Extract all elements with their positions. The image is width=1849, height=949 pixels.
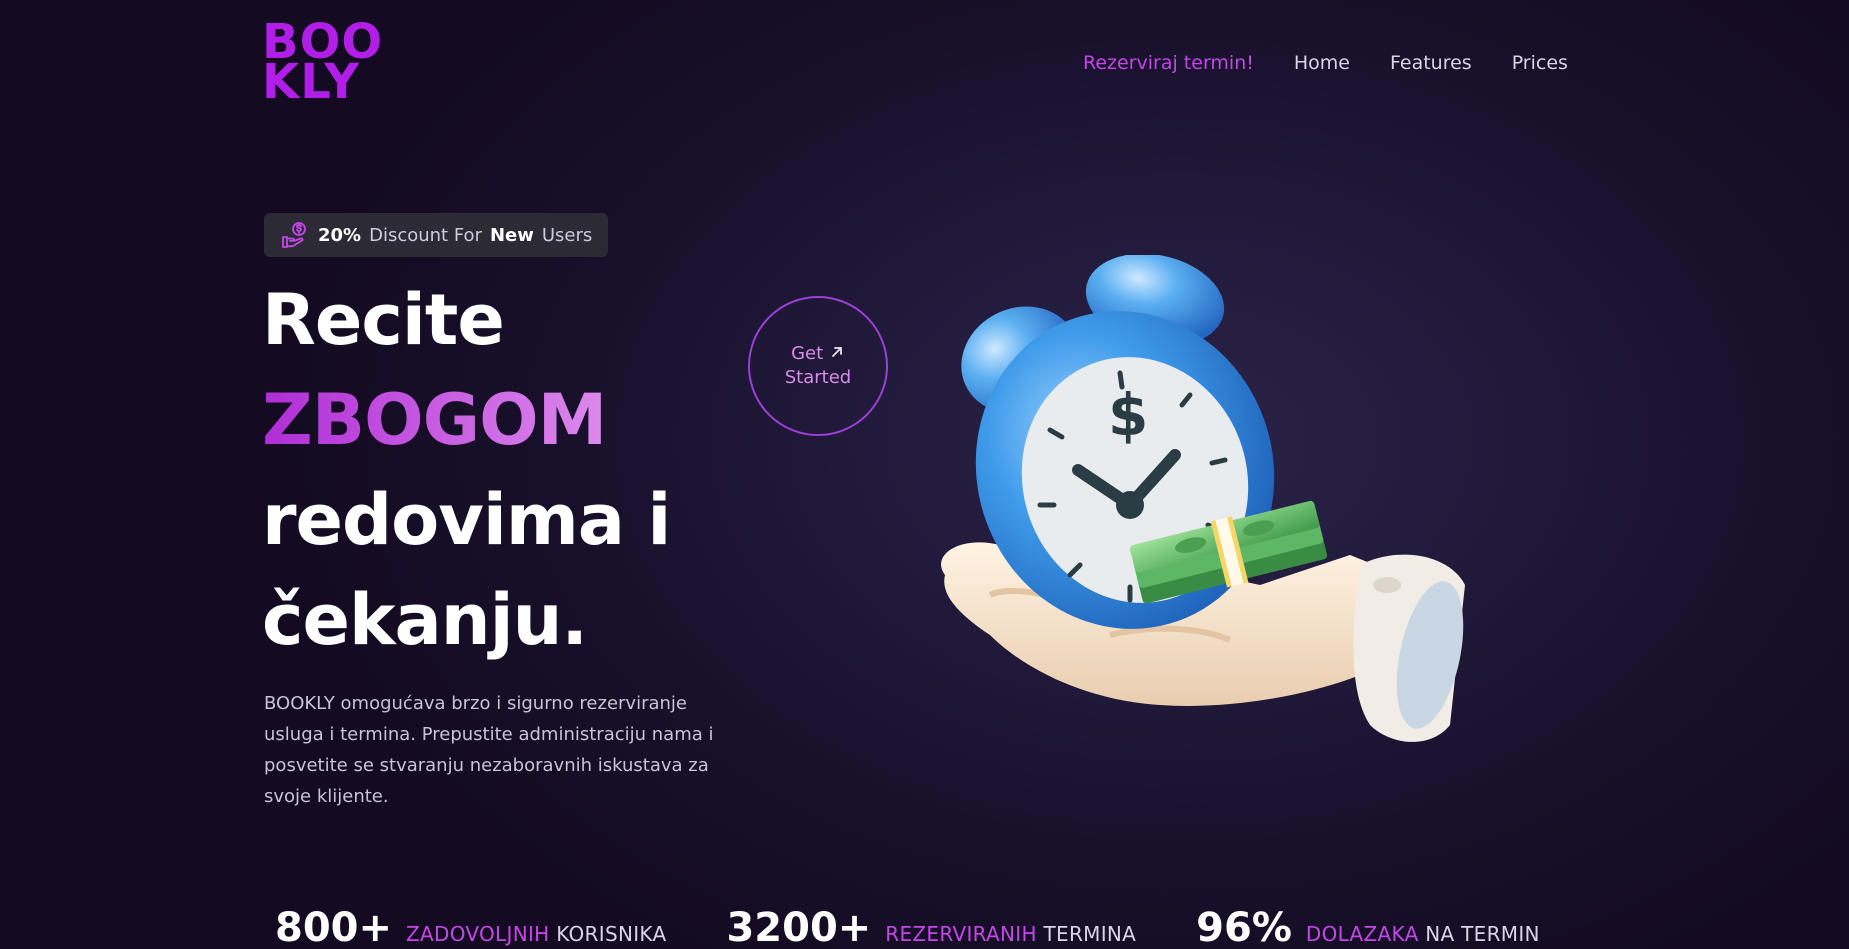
logo[interactable]: BOO KLY xyxy=(262,18,383,106)
svg-text:$: $ xyxy=(1108,381,1148,449)
discount-text-2: Users xyxy=(541,224,593,246)
arrow-up-right-icon xyxy=(829,343,845,364)
hero-headline: Recite ZBOGOM redovima i čekanju. xyxy=(262,270,671,670)
stat-number: 800+ xyxy=(275,905,393,949)
stat-label: ZADOVOLJNIH KORISNIKA xyxy=(406,922,666,946)
nav-prices-link[interactable]: Prices xyxy=(1512,52,1568,74)
main-nav: Rezerviraj termin! Home Features Prices xyxy=(1083,52,1568,74)
discount-badge: 20% Discount For New Users xyxy=(264,213,609,257)
stat-label: REZERVIRANIH TERMINA xyxy=(885,922,1136,946)
get-started-button[interactable]: Get Started xyxy=(748,296,888,436)
get-started-label-1: Get xyxy=(791,343,824,364)
discount-percent: 20% xyxy=(318,224,362,246)
stat-reservations: 3200+ REZERVIRANIH TERMINA xyxy=(726,905,1136,949)
stat-label: DOLAZAKA NA TERMIN xyxy=(1306,922,1540,946)
discount-new: New xyxy=(489,224,534,246)
stat-label-accent: DOLAZAKA xyxy=(1305,922,1419,946)
hero-description: BOOKLY omogućava brzo i sigurno rezervir… xyxy=(264,693,714,807)
stat-label-accent: REZERVIRANIH xyxy=(885,922,1037,946)
stat-users: 800+ ZADOVOLJNIH KORISNIKA xyxy=(275,905,666,949)
stat-label-rest: TERMINA xyxy=(1043,922,1137,946)
headline-line-1: Recite xyxy=(262,279,505,361)
headline-line-3: redovima i xyxy=(262,479,671,561)
stat-number: 96% xyxy=(1196,905,1292,949)
get-started-label-2: Started xyxy=(784,367,852,388)
nav-features-link[interactable]: Features xyxy=(1390,52,1472,74)
hand-coin-icon xyxy=(280,220,310,250)
stat-attendance: 96% DOLAZAKA NA TERMIN xyxy=(1196,905,1540,949)
stat-label-accent: ZADOVOLJNIH xyxy=(406,922,550,946)
nav-book-appointment-link[interactable]: Rezerviraj termin! xyxy=(1083,52,1254,74)
nav-home-link[interactable]: Home xyxy=(1294,52,1350,74)
discount-text-1: Discount For xyxy=(369,224,482,246)
stat-number: 3200+ xyxy=(726,905,872,949)
hand-holding-clock-and-money: $ xyxy=(941,255,1465,742)
stat-label-rest: KORISNIKA xyxy=(556,922,667,946)
headline-line-4: čekanju. xyxy=(262,579,588,661)
stats-bar: 800+ ZADOVOLJNIH KORISNIKA 3200+ REZERVI… xyxy=(275,905,1540,949)
headline-line-2: ZBOGOM xyxy=(262,370,670,470)
stat-label-rest: NA TERMIN xyxy=(1425,922,1540,946)
